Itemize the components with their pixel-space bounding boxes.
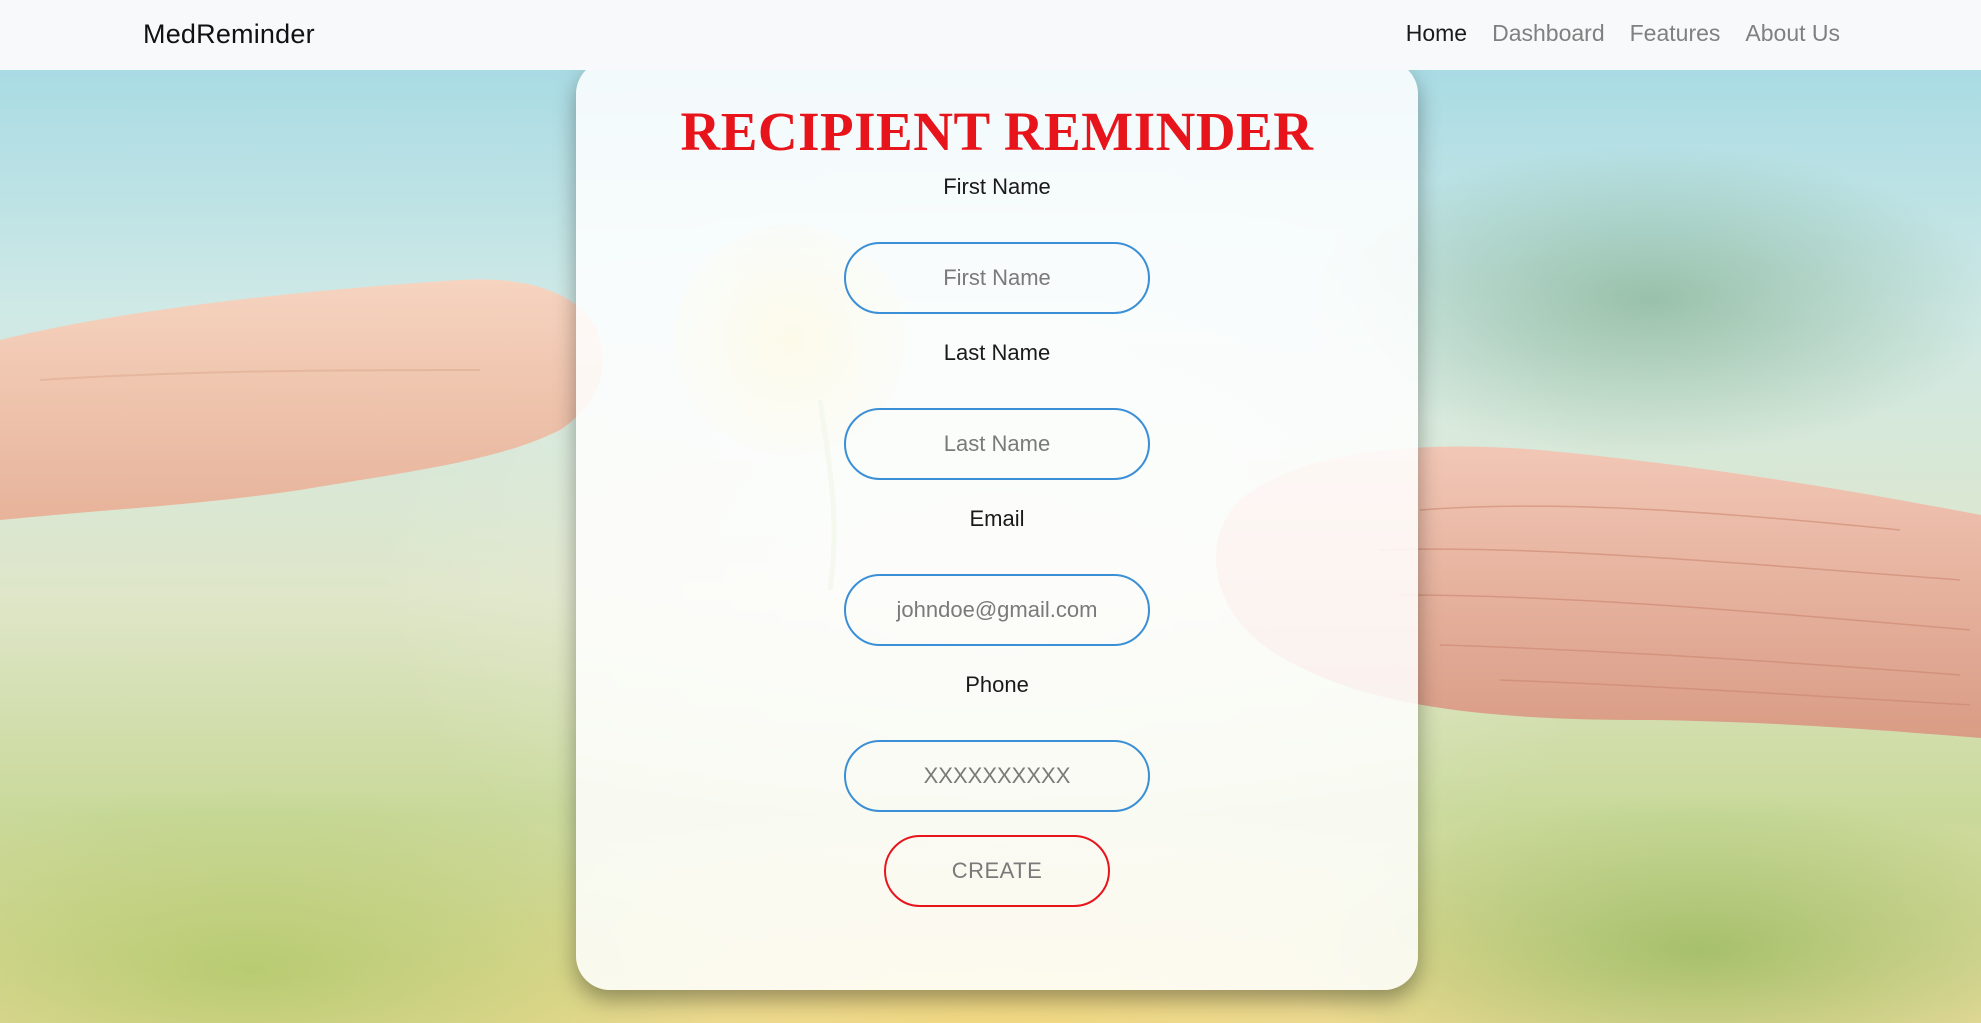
phone-input[interactable]	[844, 740, 1150, 812]
brand-logo[interactable]: MedReminder	[143, 19, 315, 50]
nav-link-features[interactable]: Features	[1630, 20, 1721, 47]
first-name-label: First Name	[943, 174, 1051, 199]
recipient-form-card: RECIPIENT REMINDER First Name Last Name …	[576, 60, 1418, 990]
create-button[interactable]: CREATE	[884, 835, 1110, 907]
form-title: RECIPIENT REMINDER	[680, 101, 1314, 162]
email-label: Email	[969, 506, 1025, 531]
nav-link-dashboard[interactable]: Dashboard	[1492, 20, 1605, 47]
nav-link-home[interactable]: Home	[1406, 20, 1467, 47]
nav-link-about-us[interactable]: About Us	[1745, 20, 1840, 47]
phone-label: Phone	[965, 672, 1029, 697]
last-name-label: Last Name	[943, 340, 1051, 365]
nav-links: Home Dashboard Features About Us	[1406, 20, 1840, 47]
navbar: MedReminder Home Dashboard Features Abou…	[0, 0, 1981, 70]
email-input[interactable]	[844, 574, 1150, 646]
last-name-input[interactable]	[844, 408, 1150, 480]
first-name-input[interactable]	[844, 242, 1150, 314]
